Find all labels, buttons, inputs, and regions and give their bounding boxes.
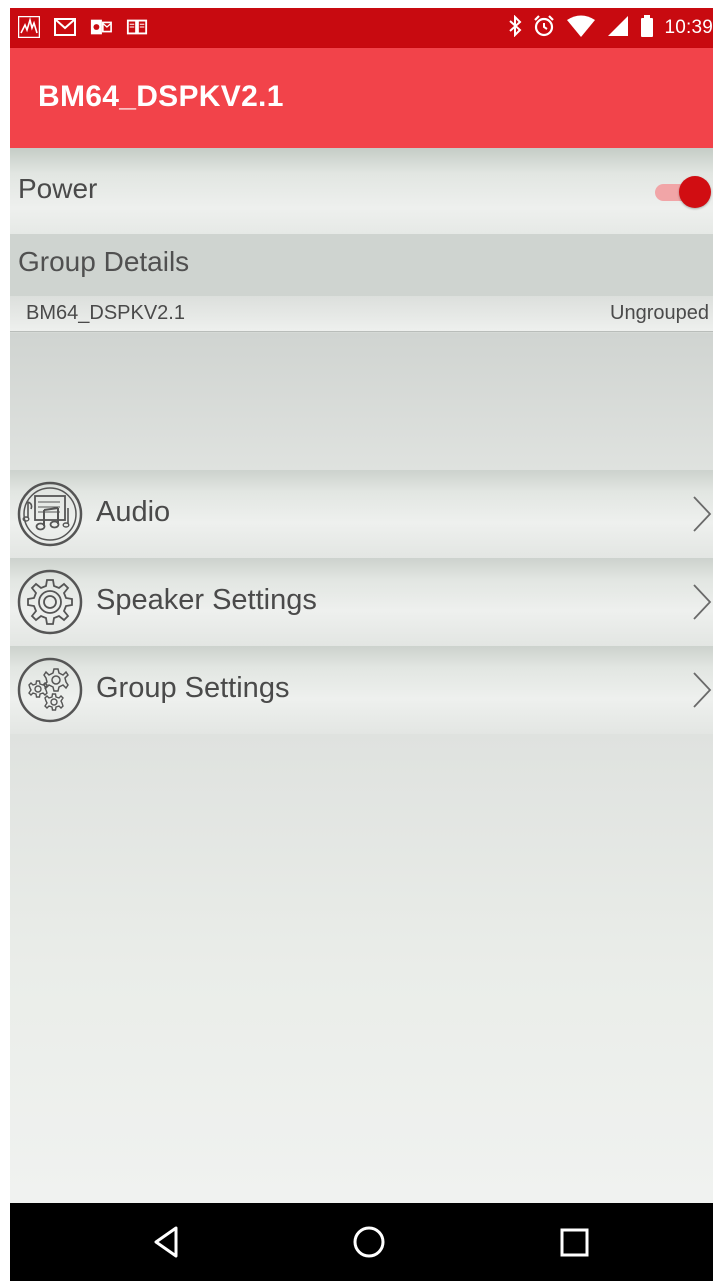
book-icon <box>126 16 148 38</box>
group-list-empty-area <box>10 333 713 470</box>
menu-item-audio[interactable]: Audio <box>10 470 713 558</box>
menu-item-label: Speaker Settings <box>96 584 317 616</box>
group-device-name: BM64_DSPKV2.1 <box>26 302 185 324</box>
home-icon[interactable] <box>349 1222 389 1262</box>
chevron-right-icon <box>691 670 713 710</box>
group-settings-gears-icon <box>16 656 84 724</box>
audio-music-note-icon <box>16 480 84 548</box>
app-bar: BM64_DSPKV2.1 <box>10 48 713 148</box>
wifi-icon <box>566 14 596 43</box>
power-label: Power <box>18 173 98 204</box>
app-title: BM64_DSPKV2.1 <box>38 80 284 113</box>
status-time: 10:39 <box>664 17 713 38</box>
content-empty-area <box>10 734 713 1203</box>
group-details-title: Group Details <box>18 246 190 277</box>
back-icon[interactable] <box>148 1222 188 1262</box>
power-toggle[interactable] <box>653 176 711 208</box>
speaker-settings-gear-icon <box>16 568 84 636</box>
recent-apps-icon[interactable] <box>554 1222 594 1262</box>
group-details-header: Group Details <box>10 234 713 296</box>
chevron-right-icon <box>691 582 713 622</box>
menu-item-label: Audio <box>96 496 171 528</box>
battery-icon <box>640 14 654 43</box>
outlook-icon <box>90 16 112 38</box>
menu-item-label: Group Settings <box>96 672 290 704</box>
group-details-list: BM64_DSPKV2.1 Ungrouped <box>10 296 713 470</box>
group-list-item[interactable]: BM64_DSPKV2.1 Ungrouped <box>10 296 713 332</box>
navigation-bar <box>10 1203 713 1281</box>
sound-meter-icon <box>18 16 40 38</box>
signal-icon <box>606 14 630 43</box>
phone-screen: 10:39 BM64_DSPKV2.1 Power Group Details … <box>10 8 713 1281</box>
chevron-right-icon <box>691 494 713 534</box>
menu-item-speaker-settings[interactable]: Speaker Settings <box>10 558 713 646</box>
power-toggle-knob <box>679 176 711 208</box>
menu-item-group-settings[interactable]: Group Settings <box>10 646 713 734</box>
status-bar: 10:39 <box>10 8 713 48</box>
group-status: Ungrouped <box>610 302 709 324</box>
alarm-icon <box>532 14 556 43</box>
bluetooth-icon <box>508 14 522 42</box>
power-row: Power <box>10 148 713 234</box>
gmail-icon <box>54 16 76 38</box>
